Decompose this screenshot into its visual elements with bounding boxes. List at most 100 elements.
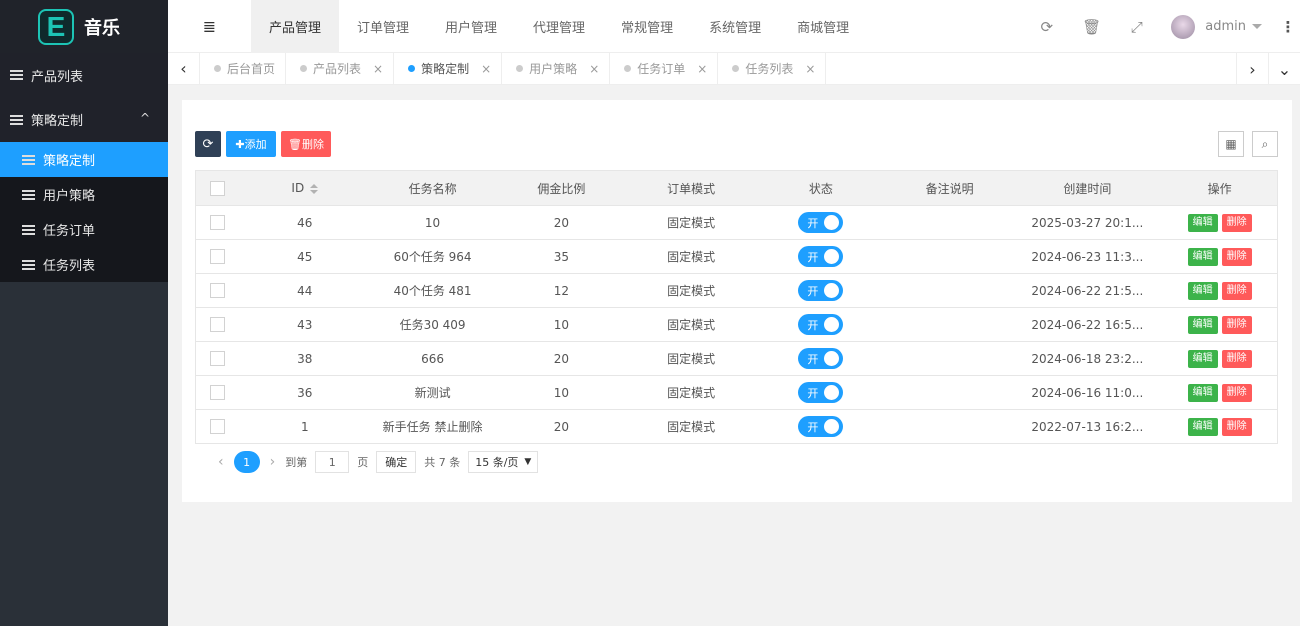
row-delete-button[interactable]: 删除: [1221, 247, 1252, 266]
page-tab-user-strategy[interactable]: 用户策略 ×: [502, 52, 611, 85]
row-delete-button[interactable]: 删除: [1221, 315, 1252, 334]
cell-commission: 20: [553, 215, 569, 230]
header-select-all: [196, 180, 240, 196]
edit-button[interactable]: 编辑: [1187, 247, 1218, 266]
tab-dot-icon: [214, 65, 221, 72]
edit-button[interactable]: 编辑: [1187, 315, 1218, 334]
add-button[interactable]: ✚添加: [226, 131, 276, 157]
toggle-knob: [824, 385, 840, 400]
current-page[interactable]: 1: [233, 451, 260, 473]
row-checkbox[interactable]: [210, 317, 226, 332]
tab-order-manage[interactable]: 订单管理: [339, 0, 427, 53]
list-icon: [22, 259, 35, 270]
table-header: ID 任务名称 佣金比例 订单模式 状态 备注说明 创建时间 操作: [196, 171, 1277, 205]
edit-button[interactable]: 编辑: [1187, 213, 1218, 232]
row-checkbox[interactable]: [210, 215, 226, 230]
cell-task-name: 60个任务 964: [393, 250, 472, 264]
refresh-button[interactable]: ⟳: [195, 131, 221, 157]
close-icon[interactable]: ×: [373, 62, 383, 76]
trash-icon[interactable]: 🗑: [1069, 18, 1114, 36]
sidebar-subitem-user-strategy[interactable]: 用户策略: [0, 177, 168, 212]
next-page-icon[interactable]: ›: [270, 454, 276, 470]
header-order-mode: 订单模式: [667, 181, 716, 196]
edit-button[interactable]: 编辑: [1187, 281, 1218, 300]
tab-mall-manage[interactable]: 商城管理: [779, 0, 867, 53]
total-count: 共 7 条: [424, 456, 461, 469]
sidebar-subitem-strategy-custom[interactable]: 策略定制: [0, 142, 168, 177]
close-icon[interactable]: ×: [589, 62, 599, 76]
cell-created: 2025-03-27 20:1...: [1031, 215, 1144, 230]
status-toggle[interactable]: 开: [798, 280, 844, 301]
page-tab-task-list[interactable]: 任务列表 ×: [718, 52, 827, 85]
menu-toggle-icon[interactable]: ≣: [168, 0, 251, 53]
row-checkbox[interactable]: [210, 385, 226, 400]
row-checkbox[interactable]: [210, 249, 226, 264]
cell-order-mode: 固定模式: [667, 318, 716, 332]
close-icon[interactable]: ×: [481, 62, 491, 76]
page-size-select[interactable]: 15 条/页 ▼: [468, 451, 539, 473]
row-delete-button[interactable]: 删除: [1221, 213, 1252, 232]
pagination: ‹ 1 › 到第 1 页 确定 共 7 条 15 条/页 ▼: [208, 451, 539, 473]
table-row: 43 任务30 409 10 固定模式 开 2024-06-22 16:5... 编辑 删除: [196, 307, 1277, 341]
page-tab-task-order[interactable]: 任务订单 ×: [610, 52, 719, 85]
tab-product-manage[interactable]: 产品管理: [251, 0, 340, 53]
page-tab-product-list[interactable]: 产品列表 ×: [286, 52, 395, 85]
row-checkbox[interactable]: [210, 351, 226, 366]
chevron-down-icon[interactable]: [1252, 24, 1262, 29]
close-icon[interactable]: ×: [805, 62, 815, 76]
tab-user-manage[interactable]: 用户管理: [427, 0, 515, 53]
sidebar-subitem-task-order[interactable]: 任务订单: [0, 212, 168, 247]
status-toggle[interactable]: 开: [798, 416, 844, 437]
row-delete-button[interactable]: 删除: [1221, 417, 1252, 436]
username[interactable]: admin: [1205, 19, 1246, 34]
edit-button[interactable]: 编辑: [1187, 417, 1218, 436]
select-all-checkbox[interactable]: [210, 180, 226, 196]
status-toggle[interactable]: 开: [798, 212, 844, 233]
row-checkbox[interactable]: [210, 283, 226, 298]
toggle-knob: [824, 351, 840, 366]
tab-agent-manage[interactable]: 代理管理: [515, 0, 603, 53]
delete-button[interactable]: 🗑删除: [281, 131, 331, 157]
table-tools: ▦ ⌕: [1210, 131, 1278, 157]
status-toggle[interactable]: 开: [798, 246, 844, 267]
fullscreen-icon[interactable]: ⤢: [1114, 18, 1159, 36]
sidebar-subitem-task-list[interactable]: 任务列表: [0, 247, 168, 282]
tab-system-manage[interactable]: 系统管理: [691, 0, 779, 53]
status-toggle[interactable]: 开: [798, 314, 844, 335]
avatar[interactable]: [1171, 14, 1196, 39]
search-icon[interactable]: ⌕: [1252, 131, 1278, 157]
tab-general-manage[interactable]: 常规管理: [603, 0, 691, 53]
refresh-icon[interactable]: ⟳: [1024, 18, 1069, 36]
row-checkbox[interactable]: [210, 419, 226, 434]
sidebar-item-strategy[interactable]: 策略定制 ^: [0, 97, 168, 142]
cell-order-mode: 固定模式: [667, 284, 716, 298]
edit-button[interactable]: 编辑: [1187, 349, 1218, 368]
sort-icon[interactable]: [310, 183, 319, 194]
row-delete-button[interactable]: 删除: [1221, 349, 1252, 368]
cell-task-name: 任务30 409: [399, 318, 466, 332]
header-id[interactable]: ID: [240, 181, 370, 195]
header-status: 状态: [808, 181, 833, 196]
page-tab-label: 后台首页: [227, 62, 276, 76]
status-toggle[interactable]: 开: [798, 382, 844, 403]
prev-page-icon[interactable]: ‹: [218, 454, 224, 470]
page-tab-home[interactable]: 后台首页: [200, 52, 287, 85]
page-input[interactable]: 1: [315, 451, 350, 473]
tabs-dropdown-icon[interactable]: ⌄: [1268, 53, 1300, 85]
table-row: 46 10 20 固定模式 开 2025-03-27 20:1... 编辑 删除: [196, 205, 1277, 239]
row-delete-button[interactable]: 删除: [1221, 281, 1252, 300]
row-select: [196, 385, 240, 400]
page-tab-strategy[interactable]: 策略定制 ×: [394, 52, 503, 85]
edit-button[interactable]: 编辑: [1187, 383, 1218, 402]
more-icon[interactable]: ⋮: [1276, 18, 1300, 36]
page-size-value: 15 条/页: [475, 456, 519, 469]
cell-id: 45: [297, 249, 313, 264]
row-delete-button[interactable]: 删除: [1221, 383, 1252, 402]
sidebar-item-product-list[interactable]: 产品列表: [0, 53, 168, 97]
columns-icon[interactable]: ▦: [1218, 131, 1244, 157]
tabs-left-arrow-icon[interactable]: ‹: [168, 52, 200, 85]
status-toggle[interactable]: 开: [798, 348, 844, 369]
tabs-right-arrow-icon[interactable]: ›: [1236, 53, 1268, 85]
close-icon[interactable]: ×: [697, 62, 707, 76]
go-button[interactable]: 确定: [376, 451, 417, 473]
